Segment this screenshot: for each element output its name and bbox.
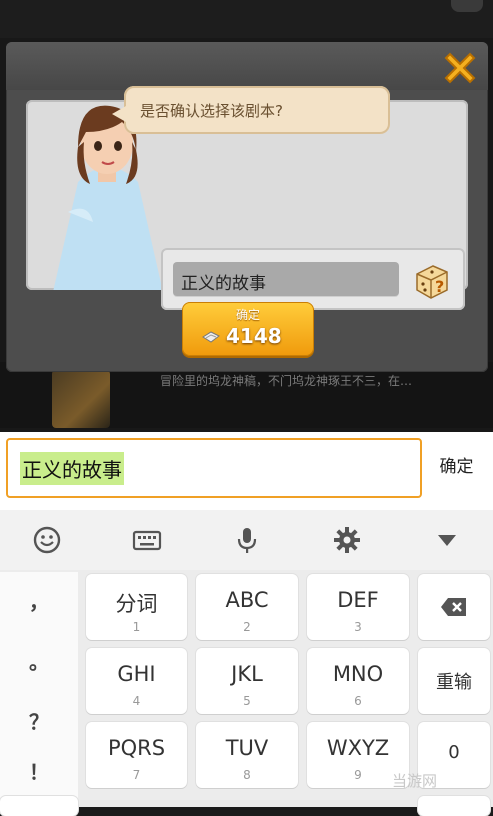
key-label: TUV <box>225 736 269 760</box>
close-button[interactable] <box>440 48 480 88</box>
keyboard-icon[interactable] <box>131 524 163 556</box>
symbol-exclaim-key[interactable]: ！ <box>0 756 78 785</box>
key-label: 分词 <box>115 592 158 616</box>
cost-value: 4148 <box>226 324 282 348</box>
key-ghi[interactable]: GHI 4 <box>86 648 187 714</box>
symbol-period-key[interactable]: 。 <box>0 646 78 675</box>
key-label: JKL <box>231 662 263 686</box>
script-name-field[interactable]: 正义的故事 <box>173 262 399 296</box>
input-confirm-button[interactable]: 确定 <box>420 432 493 502</box>
emoji-icon[interactable] <box>31 524 63 556</box>
reenter-key[interactable]: 重输 <box>418 648 490 714</box>
game-screen: 冒险里的坞龙神稿，不门坞龙神琢王不三，在… 是否确认选择该剧本? 正义的故事 ?… <box>0 0 493 432</box>
key-digit: 4 <box>132 694 141 708</box>
key-digit: 1 <box>132 620 141 634</box>
microphone-icon[interactable] <box>231 524 263 556</box>
key-digit: 7 <box>132 768 141 782</box>
background-row-text: 冒险里的坞龙神稿，不门坞龙神琢王不三，在… <box>160 374 413 388</box>
key-label: 重输 <box>436 672 472 693</box>
key-label: PQRS <box>107 736 166 760</box>
dice-icon: ? <box>416 265 448 299</box>
key-digit: 8 <box>243 768 251 782</box>
background-thumbnail <box>52 370 110 428</box>
dialog-prompt: 是否确认选择该剧本? <box>140 102 283 120</box>
key-jkl[interactable]: JKL 5 <box>196 648 298 714</box>
script-name-text: 正义的故事 <box>181 274 266 294</box>
gear-icon[interactable] <box>331 524 363 556</box>
svg-text:?: ? <box>435 277 444 296</box>
key-pqrs[interactable]: PQRS 7 <box>86 722 187 788</box>
key-label: 0 <box>448 742 460 763</box>
key-digit: 6 <box>354 694 362 708</box>
key-label: MNO <box>332 662 384 686</box>
confirm-button[interactable]: 确定 4148 <box>182 302 314 356</box>
key-label: WXYZ <box>326 736 390 760</box>
key-label: DEF <box>337 588 379 612</box>
symbol-column: ， 。 ？ ！ <box>0 572 78 807</box>
keyboard: ， 。 ？ ！ 分词 1 ABC 2 DEF 3 GHI 4 JKL 5 MNO… <box>0 510 493 816</box>
bottom-key-right[interactable] <box>418 796 490 816</box>
symbol-question-key[interactable]: ？ <box>0 706 78 735</box>
game-top-bar <box>0 0 493 38</box>
key-fenci[interactable]: 分词 1 <box>86 574 187 640</box>
speech-bubble: 是否确认选择该剧本? <box>112 86 390 134</box>
symbol-comma-key[interactable]: ， <box>0 586 78 615</box>
collapse-icon[interactable] <box>431 524 463 556</box>
key-digit: 2 <box>243 620 251 634</box>
backspace-key[interactable] <box>418 574 490 640</box>
keyboard-toolbar <box>0 510 493 570</box>
input-value: 正义的故事 <box>20 452 124 485</box>
key-digit: 5 <box>243 694 251 708</box>
key-label: GHI <box>117 662 156 686</box>
key-mno[interactable]: MNO 6 <box>307 648 409 714</box>
confirm-label: 确定 <box>235 308 260 322</box>
script-name-row: 正义的故事 ? <box>161 248 465 310</box>
close-icon <box>444 52 476 84</box>
bottom-key-left[interactable] <box>0 796 78 816</box>
text-input[interactable]: 正义的故事 <box>6 438 422 498</box>
key-digit: 3 <box>354 620 362 634</box>
random-dice-button[interactable]: ? <box>411 260 451 300</box>
key-abc[interactable]: ABC 2 <box>196 574 298 640</box>
key-label: ABC <box>225 588 269 612</box>
key-tuv[interactable]: TUV 8 <box>196 722 298 788</box>
watermark: 当游网 <box>392 772 438 790</box>
dialog-header <box>6 42 488 90</box>
backspace-icon <box>441 598 466 616</box>
text-input-bar: 正义的故事 确定 <box>0 432 493 510</box>
key-def[interactable]: DEF 3 <box>307 574 409 640</box>
